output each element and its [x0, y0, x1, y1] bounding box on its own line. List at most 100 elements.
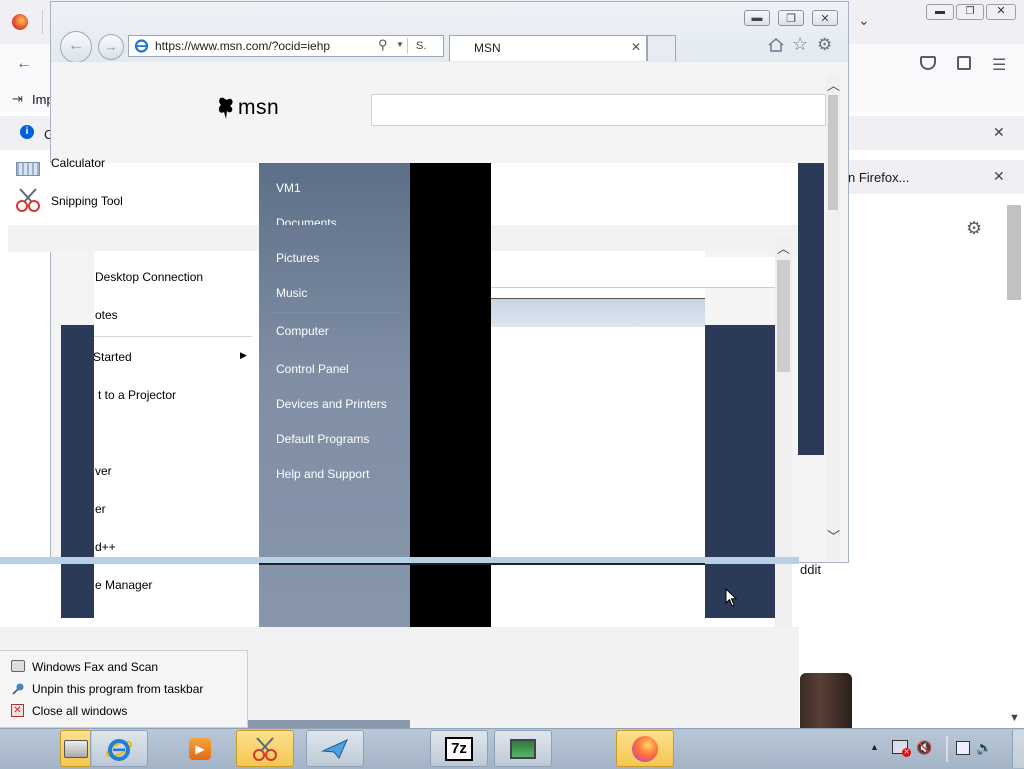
firefox-menu-icon[interactable]: ☰: [992, 55, 1006, 75]
tray-show-hidden-icon[interactable]: ▲: [870, 742, 879, 752]
speaker-muted-icon[interactable]: 🔇: [916, 740, 932, 756]
ie-search-hint[interactable]: S.: [416, 40, 426, 52]
paper-plane-taskbar-button[interactable]: [306, 730, 364, 767]
firefox-banner-close-icon[interactable]: ✕: [993, 124, 1005, 141]
monitor-icon: [510, 738, 536, 759]
jump-item-unpin[interactable]: Unpin this program from taskbar: [32, 682, 203, 696]
ie-url-text[interactable]: https://www.msn.com/?ocid=iehp: [155, 39, 330, 53]
start-left-item-calculator[interactable]: Calculator: [51, 156, 105, 168]
start-left-item-getting-started[interactable]: Started: [93, 350, 132, 364]
start-left-item-sticky-notes[interactable]: otes: [95, 308, 118, 322]
start-menu-left-top: [8, 163, 259, 225]
ie-tools-gear-icon[interactable]: ⚙: [817, 35, 832, 55]
start-right-item-computer[interactable]: Computer: [276, 324, 329, 338]
firefox-taskbar-button[interactable]: [616, 730, 674, 767]
start-right-item-default-programs[interactable]: Default Programs: [276, 432, 369, 446]
start-right-item-music[interactable]: Music: [276, 286, 307, 300]
pin-icon: [11, 682, 25, 696]
ie-dropdown-icon[interactable]: ▼: [396, 40, 404, 49]
start-left-item-projector[interactable]: t to a Projector: [98, 388, 176, 402]
firefox-back-icon[interactable]: ←: [16, 55, 32, 73]
firefox-list-tabs-icon[interactable]: ⌄: [858, 12, 870, 29]
msn-butterfly-icon[interactable]: [216, 95, 236, 121]
firefox-logo-icon: [12, 14, 28, 30]
media-player-taskbar-button[interactable]: ▶: [170, 730, 230, 767]
firefox-thumbnail-image[interactable]: [800, 673, 852, 728]
close-window-icon: ✕: [11, 704, 24, 717]
start-menu-dark-bar: [61, 325, 94, 618]
ie-close-button[interactable]: ✕: [812, 10, 838, 26]
scissors-icon: [253, 736, 277, 761]
firefox-maximize-button[interactable]: ❐: [956, 4, 984, 20]
7zip-icon: 7z: [445, 736, 473, 761]
start-right-item-vm1[interactable]: VM1: [276, 181, 301, 195]
start-menu-white-block: [491, 163, 799, 225]
start-menu-navy-block: [705, 325, 775, 618]
start-right-item-devices-printers[interactable]: Devices and Printers: [276, 397, 387, 411]
start-menu-dark-line: [259, 563, 705, 565]
snipping-tool-taskbar-button[interactable]: [236, 730, 294, 767]
ie-scroll-down-icon[interactable]: ﹀: [827, 526, 840, 545]
firefox-extensions-icon[interactable]: [957, 56, 971, 70]
firefox-scroll-down-icon[interactable]: ▼: [1009, 712, 1020, 724]
start-right-item-help-support[interactable]: Help and Support: [276, 467, 369, 481]
fax-icon: [11, 660, 25, 672]
submenu-highlight-row[interactable]: [491, 298, 705, 327]
ie-taskbar-button[interactable]: [90, 730, 148, 767]
ie-restore-button[interactable]: ❐: [778, 10, 804, 26]
ie-page-icon: [134, 38, 149, 53]
action-center-icon[interactable]: [956, 741, 970, 755]
msn-search-input[interactable]: [371, 94, 826, 126]
start-left-item-task-manager[interactable]: e Manager: [95, 578, 152, 592]
internet-explorer-icon: [106, 738, 132, 761]
start-menu-gray-strip: [491, 225, 799, 251]
show-desktop-button[interactable]: [1012, 730, 1024, 768]
start-menu-scroll-thumb[interactable]: [777, 260, 790, 372]
network-error-icon: ✕: [902, 748, 911, 757]
firefox-reddit-label[interactable]: ddit: [800, 562, 821, 577]
ie-search-icon[interactable]: ⚲: [378, 37, 388, 53]
firefox-close-button[interactable]: ✕: [986, 4, 1016, 20]
start-left-item-er[interactable]: er: [95, 502, 106, 516]
submenu-input-line: [491, 257, 775, 288]
fax-scan-taskbar-button[interactable]: [60, 730, 92, 767]
jump-item-fax-scan[interactable]: Windows Fax and Scan: [32, 660, 158, 674]
ie-favorites-star-icon[interactable]: ☆: [792, 34, 808, 55]
calculator-icon: [16, 162, 40, 176]
firefox-import-icon[interactable]: ⇥: [12, 91, 23, 107]
start-menu-bottom-bar: [248, 720, 410, 728]
firefox-notification-close-icon[interactable]: ✕: [993, 168, 1005, 185]
start-menu-left-strip: [8, 225, 260, 252]
start-right-separator-2: [268, 350, 400, 351]
start-right-item-control-panel[interactable]: Control Panel: [276, 362, 349, 376]
7zip-taskbar-button[interactable]: 7z: [430, 730, 488, 767]
ie-new-tab-button[interactable]: [647, 35, 676, 61]
firefox-info-icon: i: [20, 125, 34, 139]
volume-icon[interactable]: 🔈: [976, 740, 992, 756]
ie-scroll-up-icon[interactable]: ︿: [827, 75, 840, 94]
firefox-settings-gear-icon[interactable]: ⚙: [966, 218, 982, 239]
scissors-icon: [14, 186, 42, 214]
start-left-item-ver[interactable]: ver: [95, 464, 112, 478]
firefox-page-scrollbar[interactable]: [1007, 205, 1021, 300]
firefox-minimize-button[interactable]: ▬: [926, 4, 954, 20]
mouse-cursor-icon: [725, 588, 737, 608]
task-manager-taskbar-button[interactable]: [494, 730, 552, 767]
start-left-item-remote-desktop[interactable]: Desktop Connection: [95, 270, 203, 284]
msn-logo-text[interactable]: msn: [238, 96, 279, 120]
ie-forward-button[interactable]: →: [98, 34, 124, 60]
ie-scroll-thumb[interactable]: [828, 95, 838, 210]
tray-divider: [946, 736, 948, 762]
ie-minimize-button[interactable]: ▬: [744, 10, 770, 26]
start-left-item-notepad-plus[interactable]: d++: [95, 540, 116, 554]
ie-back-button[interactable]: ←: [60, 31, 92, 63]
start-right-item-documents[interactable]: Documents: [276, 216, 337, 225]
paper-plane-icon: [321, 738, 348, 759]
jump-item-close-all[interactable]: Close all windows: [32, 704, 127, 718]
start-menu-scroll-up-icon[interactable]: ︿: [777, 238, 790, 257]
ie-tab-title: MSN: [474, 41, 501, 55]
ie-home-icon[interactable]: [767, 37, 785, 53]
start-right-item-pictures[interactable]: Pictures: [276, 251, 319, 265]
ie-tab-close-icon[interactable]: ✕: [631, 40, 641, 54]
start-left-item-snipping-tool[interactable]: Snipping Tool: [51, 194, 123, 208]
